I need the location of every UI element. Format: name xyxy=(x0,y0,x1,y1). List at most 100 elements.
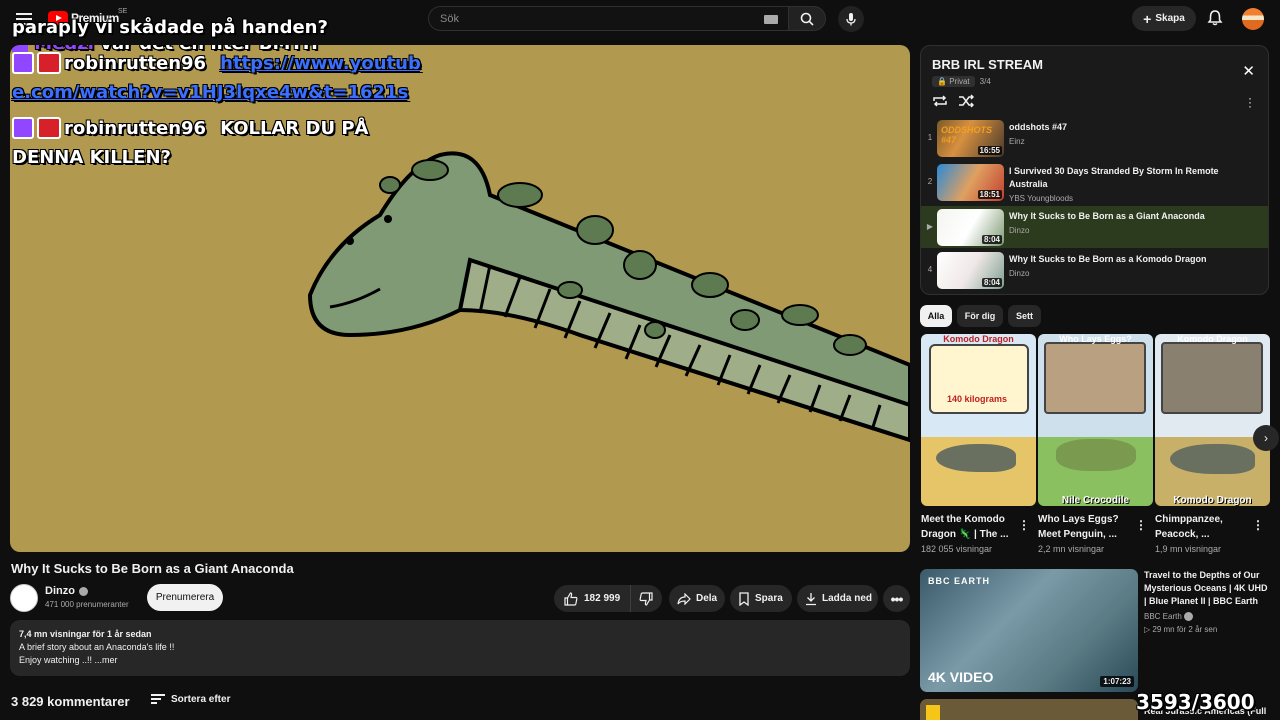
shelf-card-views: 182 055 visningar xyxy=(921,544,993,554)
chip-watched[interactable]: Sett xyxy=(1008,305,1041,327)
chat-message: robinrutten96 https://www.youtub xyxy=(12,52,421,74)
dislike-button[interactable] xyxy=(631,585,661,612)
privacy-badge: 🔒 Privat xyxy=(932,76,975,87)
recommended-channel: BBC Earth xyxy=(1144,612,1194,622)
subscribe-button[interactable]: Prenumerera xyxy=(147,584,223,611)
duration-badge: 18:51 xyxy=(977,190,1002,199)
close-icon[interactable]: ✕ xyxy=(1242,62,1255,80)
chat-link-cont: e.com/watch?v=v1HJ3lqxe4w&t=1621s xyxy=(12,82,409,103)
microphone-icon xyxy=(846,13,856,26)
create-button[interactable]: + Skapa xyxy=(1132,6,1196,31)
share-button[interactable]: Dela xyxy=(669,585,725,612)
playlist-item-title: Why It Sucks to Be Born as a Komodo Drag… xyxy=(1009,254,1207,264)
playlist-item-index: 2 xyxy=(927,177,933,186)
description-line: Enjoy watching ..!! ...mer xyxy=(19,655,118,665)
chevron-right-icon[interactable]: › xyxy=(1253,425,1279,451)
notifications-button[interactable] xyxy=(1206,9,1224,27)
save-button[interactable]: Spara xyxy=(730,585,792,612)
playlist-item[interactable]: 1 ODDSHOTS #47 16:55 oddshots #47 Einz xyxy=(921,117,1268,159)
channel-name[interactable]: Dinzo xyxy=(45,585,88,597)
thumbs-down-icon xyxy=(639,591,653,606)
twitch-badge xyxy=(12,45,28,52)
komodo-illustration xyxy=(936,444,1016,472)
playlist-position: 3/4 xyxy=(979,77,991,86)
playlist-item-current[interactable]: ▶ 8:04 Why It Sucks to Be Born as a Gian… xyxy=(921,206,1268,248)
keyboard-icon[interactable] xyxy=(764,15,778,24)
playlist-item-channel: Einz xyxy=(1009,137,1025,146)
chat-text: KOLLAR DU PÅ xyxy=(220,117,369,139)
playlist-item-index: 1 xyxy=(927,133,933,142)
chip-for-you[interactable]: För dig xyxy=(957,305,1003,327)
loop-icon[interactable] xyxy=(932,94,948,108)
thumbnail-text: Komodo Dragon xyxy=(1173,495,1252,506)
playlist-title[interactable]: BRB IRL STREAM xyxy=(932,57,1043,72)
download-icon xyxy=(806,592,816,605)
share-icon xyxy=(677,592,691,605)
search-placeholder: Sök xyxy=(440,13,459,25)
shelf-card-title[interactable]: Meet the Komodo Dragon 🦎 | The ... xyxy=(921,512,1021,542)
moderator-badge-icon xyxy=(37,117,61,139)
thumbnail-text: Nile Crocodile xyxy=(1061,495,1130,506)
shelf-thumbnail[interactable]: Komodo Dragon 140 kilograms xyxy=(921,334,1036,506)
description-line: A brief story about an Anaconda's life !… xyxy=(19,642,175,652)
thumbnail-top-text: Komodo Dragon xyxy=(943,334,1014,344)
like-dislike-group: 182 999 xyxy=(554,585,662,612)
plus-icon: + xyxy=(1143,10,1152,27)
thumbnail-text: 4K VIDEO xyxy=(928,669,994,685)
more-actions-button[interactable]: ••• xyxy=(883,585,910,612)
thumbnail-text: ODDSHOTS #47 xyxy=(941,125,993,145)
more-vertical-icon[interactable]: ⋮ xyxy=(1018,518,1030,532)
create-label: Skapa xyxy=(1155,13,1185,24)
account-avatar[interactable] xyxy=(1242,8,1264,30)
search-input[interactable]: Sök xyxy=(428,6,788,31)
voice-search-button[interactable] xyxy=(838,6,864,32)
download-button[interactable]: Ladda ned xyxy=(797,585,878,612)
shelf-thumbnail[interactable]: Komodo Dragon Komodo Dragon xyxy=(1155,334,1270,506)
komodo-illustration xyxy=(1170,444,1255,474)
playlist-item-channel: Dinzo xyxy=(1009,226,1030,235)
chip-all[interactable]: Alla xyxy=(920,305,952,327)
channel-name-text[interactable]: Dinzo xyxy=(45,585,75,597)
more-horizontal-icon: ••• xyxy=(890,590,904,607)
playlist-item-channel: YBS Youngbloods xyxy=(1009,194,1074,203)
playlist-item-title: oddshots #47 xyxy=(1009,122,1068,132)
playlist-item-index: 4 xyxy=(927,265,933,274)
playlist-item[interactable]: 4 8:04 Why It Sucks to Be Born as a Komo… xyxy=(921,249,1268,291)
comments-count: 3 829 kommentarer xyxy=(11,694,130,709)
thumbnail-photo xyxy=(1161,342,1263,414)
recommended-title[interactable]: Travel to the Depths of Our Mysterious O… xyxy=(1144,569,1269,608)
thumbnail-text: 140 kilograms xyxy=(947,394,1008,404)
channel-avatar[interactable] xyxy=(10,584,38,612)
privacy-label: Privat xyxy=(949,77,970,86)
more-vertical-icon[interactable]: ⋮ xyxy=(1252,518,1264,532)
recommended-thumbnail[interactable]: BBC EARTH 4K VIDEO 1:07:23 xyxy=(920,569,1138,692)
recommended-thumbnail[interactable] xyxy=(920,699,1138,720)
shelf-card-title[interactable]: Chimppanzee, Peacock, ... xyxy=(1155,512,1255,542)
more-vertical-icon[interactable]: ⋮ xyxy=(1135,518,1147,532)
sort-button[interactable]: Sortera efter xyxy=(151,692,230,706)
like-count: 182 999 xyxy=(584,593,621,604)
more-vertical-icon[interactable]: · · · xyxy=(1248,92,1252,112)
bbc-earth-logo: BBC EARTH xyxy=(928,576,990,586)
playlist-item[interactable]: 2 18:51 I Survived 30 Days Stranded By S… xyxy=(921,161,1268,203)
recommended-meta: ▷ 29 mn för 2 år sen xyxy=(1144,625,1218,634)
chat-message-cont: DENNA KILLEN? xyxy=(12,147,171,168)
search-icon xyxy=(800,12,814,26)
chat-text-cont: DENNA KILLEN? xyxy=(12,147,171,168)
shelf-card-title[interactable]: Who Lays Eggs? Meet Penguin, ... xyxy=(1038,512,1138,542)
natgeo-logo xyxy=(926,705,940,720)
chat-message: robinrutten96 KOLLAR DU PÅ xyxy=(12,117,368,139)
like-button[interactable]: 182 999 xyxy=(554,585,632,612)
view-date-meta: 7,4 mn visningar för 1 år sedan xyxy=(19,629,152,639)
bell-icon xyxy=(1207,10,1223,26)
twitch-icon xyxy=(12,117,34,139)
search-button[interactable] xyxy=(788,6,826,31)
duration-badge: 8:04 xyxy=(981,235,1002,244)
shuffle-icon[interactable] xyxy=(958,94,974,108)
thumbs-up-icon xyxy=(564,591,578,606)
chat-username: robinrutten96 xyxy=(64,52,207,74)
description-box[interactable]: 7,4 mn visningar för 1 år sedan A brief … xyxy=(10,620,910,676)
shelf-thumbnail[interactable]: Who Lays Eggs? Nile Crocodile xyxy=(1038,334,1153,506)
playlist-thumbnail: ODDSHOTS #47 16:55 xyxy=(937,120,1004,157)
share-label: Dela xyxy=(696,593,718,604)
